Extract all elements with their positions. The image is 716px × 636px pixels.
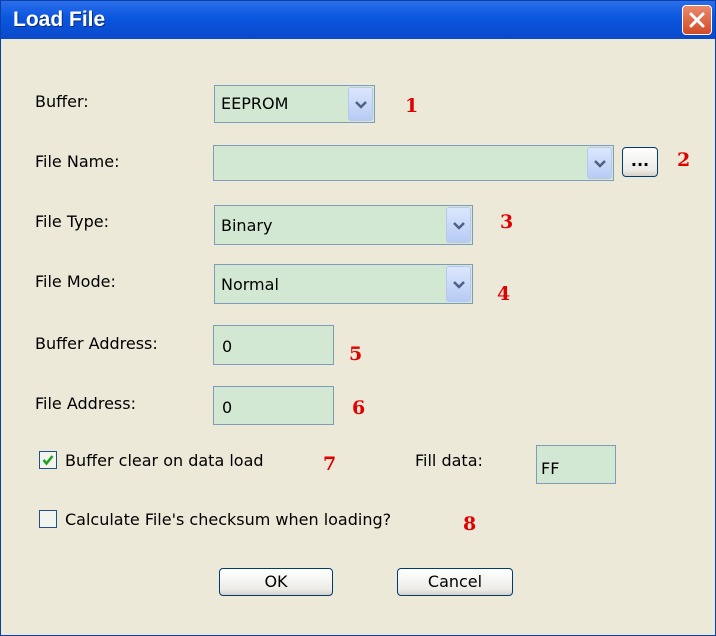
title-bar: Load File <box>1 1 715 39</box>
file-type-dropdown-button[interactable] <box>446 207 471 243</box>
checksum-checkbox[interactable] <box>39 510 57 528</box>
file-name-label: File Name: <box>35 152 120 171</box>
annotation-7: 7 <box>323 453 337 475</box>
check-icon <box>42 455 54 466</box>
close-button[interactable] <box>682 5 712 35</box>
ok-label: OK <box>264 572 288 591</box>
file-name-dropdown-button[interactable] <box>587 147 612 179</box>
chevron-down-icon <box>594 160 606 168</box>
buffer-address-label: Buffer Address: <box>35 334 158 353</box>
buffer-address-input[interactable]: 0 <box>213 325 334 365</box>
browse-label: ... <box>630 151 650 170</box>
dialog-title: Load File <box>13 8 106 31</box>
buffer-select[interactable]: EEPROM <box>214 85 375 123</box>
buffer-address-value: 0 <box>222 337 233 356</box>
annotation-6: 6 <box>352 397 366 419</box>
buffer-label: Buffer: <box>35 92 89 111</box>
file-address-value: 0 <box>222 398 233 417</box>
file-mode-value: Normal <box>221 275 279 294</box>
checksum-label[interactable]: Calculate File's checksum when loading? <box>65 510 391 529</box>
chevron-down-icon <box>453 222 465 230</box>
file-type-select[interactable]: Binary <box>214 205 473 245</box>
file-type-value: Binary <box>221 216 273 235</box>
ok-button[interactable]: OK <box>219 568 333 596</box>
annotation-2: 2 <box>677 149 691 171</box>
cancel-button[interactable]: Cancel <box>397 568 513 596</box>
annotation-8: 8 <box>463 513 477 535</box>
close-icon <box>689 12 705 28</box>
fill-data-label: Fill data: <box>415 451 483 470</box>
annotation-4: 4 <box>497 283 511 305</box>
buffer-clear-label[interactable]: Buffer clear on data load <box>65 451 264 470</box>
chevron-down-icon <box>453 281 465 289</box>
file-address-input[interactable]: 0 <box>213 386 334 425</box>
file-mode-label: File Mode: <box>35 272 116 291</box>
load-file-dialog: Load File Buffer: EEPROM 1 File Name: ..… <box>0 0 716 636</box>
file-mode-select[interactable]: Normal <box>214 264 473 304</box>
file-address-label: File Address: <box>35 394 136 413</box>
buffer-dropdown-button[interactable] <box>348 87 373 121</box>
cancel-label: Cancel <box>427 572 483 591</box>
buffer-value: EEPROM <box>221 94 289 113</box>
chevron-down-icon <box>355 101 367 109</box>
fill-data-input[interactable]: FF <box>536 445 616 484</box>
file-name-select[interactable] <box>213 145 614 181</box>
file-type-label: File Type: <box>35 212 109 231</box>
annotation-1: 1 <box>405 95 419 117</box>
fill-data-value: FF <box>541 459 560 478</box>
browse-button[interactable]: ... <box>622 147 658 177</box>
file-mode-dropdown-button[interactable] <box>446 266 471 302</box>
buffer-clear-checkbox[interactable] <box>39 451 57 469</box>
annotation-5: 5 <box>349 343 363 365</box>
annotation-3: 3 <box>500 211 514 233</box>
